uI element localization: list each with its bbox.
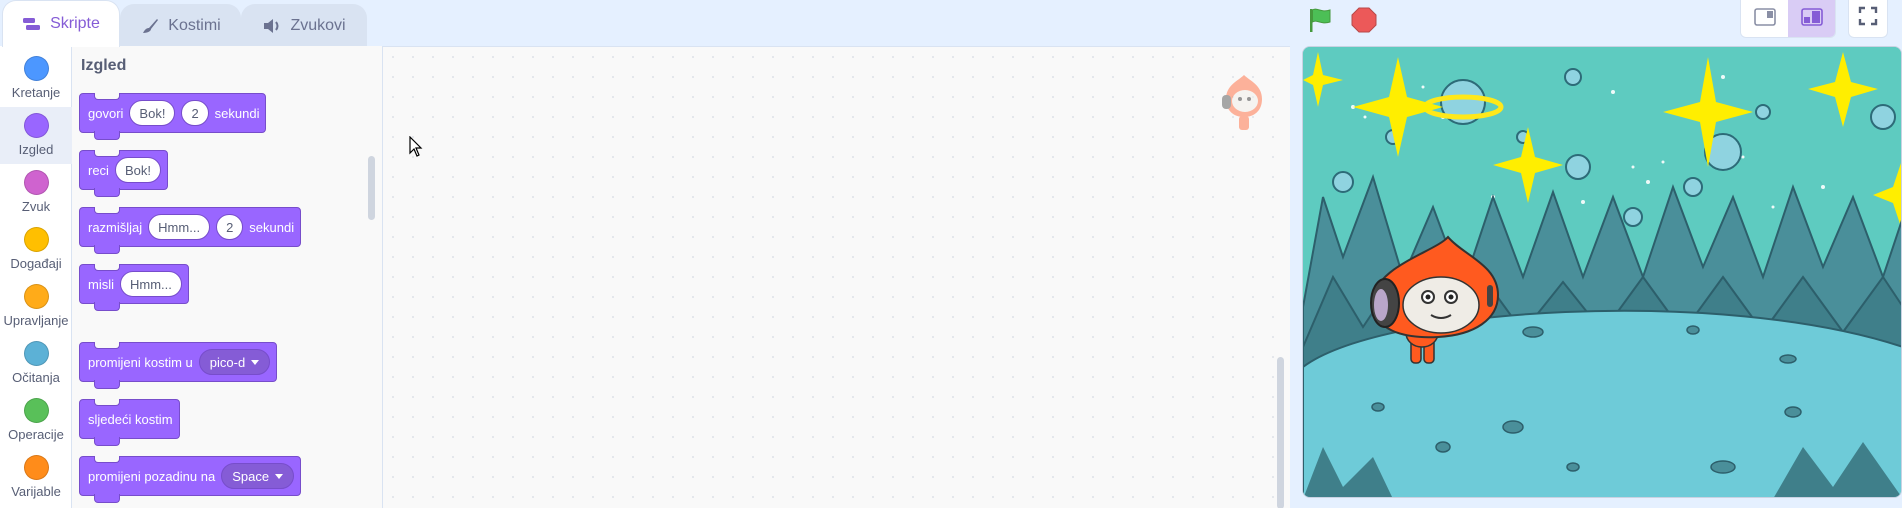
paintbrush-icon [140, 17, 160, 35]
mouse-cursor-icon [409, 135, 423, 163]
large-stage-icon [1800, 7, 1823, 31]
category-label: Izgled [18, 142, 54, 157]
category-dot [23, 455, 49, 480]
tab-label: Kostimi [168, 16, 221, 34]
category-dot [23, 56, 49, 81]
category-dot [23, 284, 49, 309]
category-izgled[interactable]: Izgled [0, 107, 72, 164]
category-label: Zvuk [21, 199, 51, 214]
category-dot [23, 341, 49, 366]
category-kretanje[interactable]: Kretanje [0, 50, 72, 107]
category-dot [23, 113, 49, 138]
chevron-down-icon [275, 473, 284, 479]
small-stage-icon [1753, 7, 1776, 31]
block-text: sekundi [249, 219, 295, 235]
block-switch-backdrop[interactable]: promijeni pozadinu na Space [79, 456, 302, 503]
block-say[interactable]: reci Bok! [79, 150, 168, 197]
code-icon [22, 16, 42, 32]
category-ocitanja[interactable]: Očitanja [0, 335, 72, 392]
dropdown-value: Space [232, 468, 270, 484]
category-upravljanje[interactable]: Upravljanje [0, 278, 72, 335]
space-backdrop [1303, 47, 1901, 497]
category-dogadaji[interactable]: Događaji [0, 221, 72, 278]
category-varijable[interactable]: Varijable [0, 449, 72, 506]
tab-label: Zvukovi [290, 16, 346, 34]
block-input[interactable]: 2 [181, 100, 209, 126]
category-label: Operacije [8, 427, 64, 442]
block-text: reci [88, 162, 109, 178]
block-input[interactable]: Bok! [129, 100, 176, 126]
fullscreen-icon [1858, 6, 1878, 31]
tab-zvukovi[interactable]: Zvukovi [241, 4, 367, 46]
block-input[interactable]: 2 [216, 214, 244, 240]
block-input[interactable]: Bok! [114, 157, 161, 183]
sprite-thumbnail-icon [1216, 71, 1272, 138]
dropdown-value: pico-d [209, 354, 246, 370]
block-text: sljedeći kostim [88, 411, 173, 427]
category-zvuk[interactable]: Zvuk [0, 164, 72, 221]
category-label: Varijable [11, 484, 61, 499]
block-next-costume[interactable]: sljedeći kostim [79, 399, 180, 446]
block-input[interactable]: Hmm... [148, 214, 211, 240]
tab-skripte[interactable]: Skripte [2, 0, 120, 47]
category-label: Događaji [10, 256, 62, 271]
block-say-for-seconds[interactable]: govori Bok! 2 sekundi [79, 93, 267, 140]
category-dot [23, 398, 49, 423]
category-dot [23, 227, 49, 252]
stop-button[interactable] [1348, 6, 1380, 38]
speaker-icon [262, 18, 282, 34]
category-dot [23, 170, 49, 195]
block-switch-costume[interactable]: promijeni kostim u pico-d [79, 342, 278, 389]
green-flag-icon [1306, 6, 1334, 39]
block-palette: Izgled govori Bok! 2 sekundi reci Bok! r… [72, 46, 383, 508]
palette-scrollbar[interactable] [368, 156, 375, 220]
script-workspace[interactable] [383, 46, 1290, 508]
backdrop-dropdown[interactable]: Space [221, 463, 295, 489]
block-text: promijeni pozadinu na [88, 468, 216, 484]
tab-kostimi[interactable]: Kostimi [120, 4, 241, 46]
chevron-down-icon [251, 359, 260, 365]
block-text: sekundi [214, 105, 260, 121]
block-input[interactable]: Hmm... [120, 271, 182, 297]
tab-label: Skripte [50, 15, 100, 32]
stop-icon [1350, 6, 1378, 39]
green-flag-button[interactable] [1304, 6, 1336, 38]
block-think-for-seconds[interactable]: razmišljaj Hmm... 2 sekundi [79, 207, 302, 254]
category-label: Očitanja [12, 370, 60, 385]
stage-size-toggle [1740, 0, 1836, 38]
category-label: Upravljanje [3, 313, 69, 328]
block-text: razmišljaj [88, 219, 143, 235]
block-text: misli [88, 276, 114, 292]
large-stage-button[interactable] [1788, 0, 1835, 37]
category-label: Kretanje [11, 85, 61, 100]
block-text: promijeni kostim u [88, 354, 193, 370]
category-operacije[interactable]: Operacije [0, 392, 72, 449]
stage-canvas[interactable] [1302, 46, 1902, 498]
fullscreen-button[interactable] [1848, 0, 1888, 38]
block-text: govori [88, 105, 124, 121]
workspace-scrollbar[interactable] [1277, 357, 1284, 508]
category-menu: Kretanje Izgled Zvuk Događaji Upravljanj… [0, 46, 72, 508]
costume-dropdown[interactable]: pico-d [198, 349, 271, 375]
block-think[interactable]: misli Hmm... [79, 264, 189, 311]
palette-section-title: Izgled [81, 57, 127, 74]
small-stage-button[interactable] [1741, 0, 1788, 37]
